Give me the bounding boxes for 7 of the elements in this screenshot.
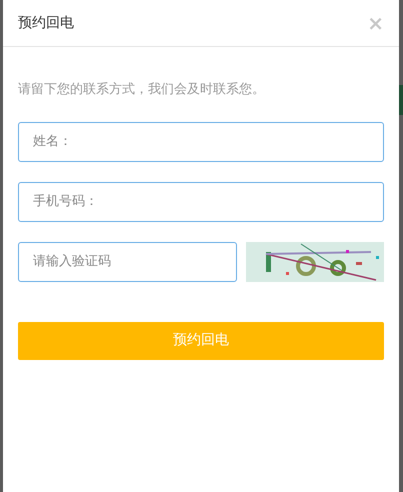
dialog-title: 预约回电 <box>18 14 74 32</box>
text-field[interactable]: 手机号码： <box>18 182 384 222</box>
text-field[interactable]: 姓名： <box>18 122 384 162</box>
intro-text: 请留下您的联系方式，我们会及时联系您。 <box>18 81 266 99</box>
submit-button[interactable]: 预约回电 <box>18 322 384 360</box>
captcha-field[interactable]: 请输入验证码 <box>18 242 237 282</box>
close-button[interactable]: × <box>367 13 384 33</box>
